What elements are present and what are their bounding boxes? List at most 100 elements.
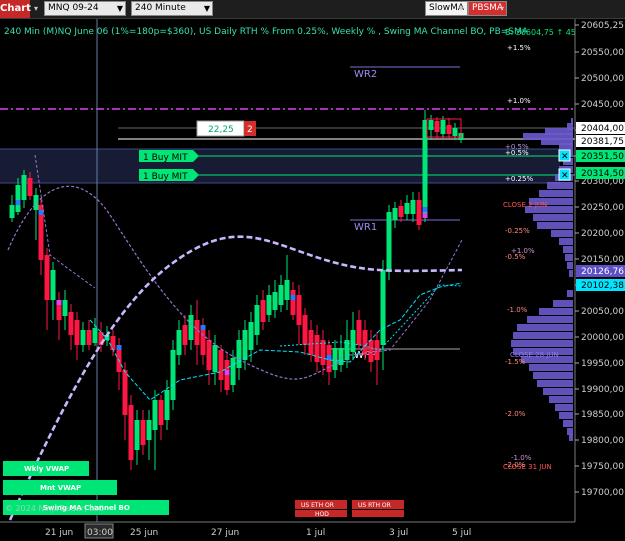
candle-body [404, 203, 410, 214]
candle-body [254, 305, 260, 335]
candle-body [440, 120, 446, 134]
candle-body [416, 200, 422, 225]
candle-body [410, 200, 416, 214]
candle-body [134, 420, 140, 450]
candle-body [50, 270, 56, 300]
price-tick-label: 20200,00 [581, 229, 624, 239]
candle-body [122, 370, 128, 415]
candle-body [446, 125, 452, 134]
chart-tab[interactable]: Chart [0, 0, 31, 18]
price-marker-label: 20126,76 [581, 267, 624, 277]
volume-profile-bar [555, 404, 573, 411]
candle-body [21, 175, 27, 200]
shaded-range [0, 149, 560, 183]
svg-text:✕: ✕ [561, 152, 569, 162]
volume-profile-bar [559, 143, 573, 150]
cancel-order-icon[interactable]: ✕ [558, 149, 571, 162]
candle-body [386, 212, 392, 270]
candle-body [206, 340, 212, 370]
pct-label: +0.5% [505, 143, 529, 151]
candle-body [164, 390, 170, 420]
price-tick-label: 19850,00 [581, 410, 624, 420]
candle-body [15, 185, 21, 212]
volume-profile-bar [549, 396, 573, 403]
qty-value: 22,25 [208, 125, 234, 135]
time-label: 3 jul [389, 528, 408, 538]
volume-profile-bar [569, 270, 573, 277]
candle-body [398, 206, 404, 217]
candle-body [158, 400, 164, 425]
price-tick-label: 20250,00 [581, 203, 624, 213]
us-eth-label: US ETH OR [301, 502, 334, 509]
volume-profile-bar [529, 364, 573, 371]
candle-body [380, 270, 386, 345]
volume-profile-bar [563, 246, 573, 253]
candle-body [248, 322, 254, 350]
candle-body [74, 320, 80, 345]
price-tick-label: 20050,00 [581, 307, 624, 317]
candle-body [338, 348, 344, 365]
symbol-select[interactable]: MNQ 09-24 ▼ [44, 1, 126, 16]
order-qty-widget[interactable]: 22,25 2 [196, 120, 256, 137]
volume-profile-bar [563, 420, 573, 427]
price-tick-label: 20550,00 [581, 48, 624, 58]
volume-profile-bar [567, 262, 573, 269]
candle-body [434, 121, 440, 132]
pct-label: CLOSE 2 JUN [503, 201, 547, 209]
price-marker-label: 20102,38 [581, 281, 624, 291]
price-tick-label: 20150,00 [581, 255, 624, 265]
chevron-down-icon: ▼ [203, 4, 210, 13]
candle-body [218, 350, 224, 380]
price-chart[interactable]: 240 Min (M)NQ June 06 (1%=180p=$360), US… [0, 19, 625, 541]
cancel-order-icon[interactable]: ✕ [558, 168, 571, 181]
pct-label: -1.0% [507, 306, 528, 314]
buy-mit-label: 1 Buy MIT [143, 172, 188, 182]
interval-value: 240 Minute [135, 3, 186, 13]
pct-label: +1.0% [507, 97, 531, 105]
volume-profile-bar [559, 412, 573, 419]
interval-select[interactable]: 240 Minute ▼ [131, 1, 213, 16]
price-tick-label: 19800,00 [581, 436, 624, 446]
volume-profile-bar [533, 372, 573, 379]
volume-profile-bar [559, 238, 573, 245]
candle-body [374, 340, 380, 360]
volume-profile-bar [527, 316, 573, 323]
signal-marker [422, 207, 428, 212]
candle-body [278, 285, 284, 305]
svg-text:✕: ✕ [561, 171, 569, 181]
mnt-vwap-button[interactable]: Mnt VWAP [3, 480, 117, 495]
pct-label: +0.25% [505, 175, 533, 183]
candle-body [86, 330, 92, 345]
mnt-vwap-label: Mnt VWAP [40, 484, 81, 492]
wkly-vwap-button[interactable]: Wkly VWAP [3, 461, 89, 476]
candle-body [188, 315, 194, 340]
candle-body [62, 300, 68, 316]
price-tick-label: 20605,25 [581, 21, 624, 31]
candle-body [362, 330, 368, 355]
price-tick-label: 19700,00 [581, 488, 624, 498]
volume-profile-bar [513, 332, 573, 339]
chevron-down-icon[interactable]: ▾ [34, 2, 38, 17]
price-tick-label: 20000,00 [581, 333, 624, 343]
candle-body [80, 330, 86, 345]
signal-marker [38, 210, 44, 215]
buy-mit-order-2[interactable]: 1 Buy MIT [139, 169, 199, 182]
time-label: 1 jul [306, 528, 325, 538]
chevron-down-icon[interactable]: ▾ [500, 2, 504, 17]
candle-body [33, 195, 39, 210]
volume-profile-bar [553, 300, 573, 307]
us-rth-label: US RTH OR [358, 502, 391, 509]
candle-body [140, 420, 146, 445]
chevron-down-icon[interactable]: ▾ [459, 2, 463, 17]
time-label: 5 jul [452, 528, 471, 538]
pct-label: -0.5% [505, 253, 526, 261]
price-tick-label: 19950,00 [581, 359, 624, 369]
volume-profile-bar [565, 254, 573, 261]
volume-profile-bar [539, 308, 573, 315]
buy-mit-order-1[interactable]: 1 Buy MIT [139, 150, 199, 163]
chart-title: 240 Min (M)NQ June 06 (1%=180p=$360), US… [4, 27, 529, 37]
price-marker-label: 20351,50 [581, 152, 624, 162]
candle-body [194, 320, 200, 345]
candle-body [452, 128, 458, 136]
pct-label: -0.25% [505, 227, 530, 235]
